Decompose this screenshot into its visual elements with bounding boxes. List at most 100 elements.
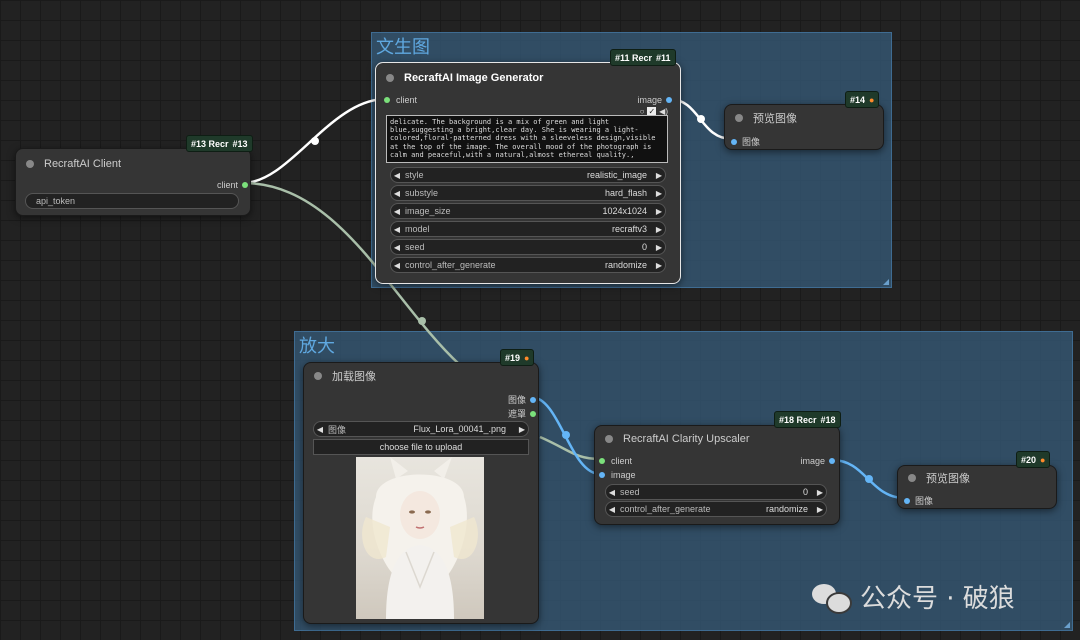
arrow-left-icon[interactable]: ◀: [606, 488, 618, 497]
output-mask[interactable]: 遮罩: [508, 407, 536, 420]
prompt-textarea[interactable]: delicate. The background is a mix of gre…: [386, 115, 668, 163]
socket-label: image: [800, 456, 825, 466]
arrow-right-icon[interactable]: ▶: [653, 171, 665, 180]
collapse-dot[interactable]: [908, 474, 916, 482]
input-client[interactable]: client: [384, 95, 417, 105]
widget-value: 1024x1024: [602, 206, 647, 216]
node-title-text: 预览图像: [926, 473, 970, 485]
output-image[interactable]: image: [800, 456, 835, 466]
arrow-left-icon[interactable]: ◀: [391, 189, 403, 198]
arrow-right-icon[interactable]: ▶: [814, 505, 826, 514]
node-load-image[interactable]: 加载图像 图像 遮罩 ◀ 图像 Flux_Lora_00041_.png ▶ c…: [303, 362, 539, 624]
widget-label: control_after_generate: [620, 504, 711, 514]
wechat-icon: [812, 582, 852, 614]
widget-label: substyle: [405, 188, 439, 198]
seed-number[interactable]: ◀ seed 0 ▶: [605, 484, 827, 500]
control-after-generate-combo[interactable]: ◀ control_after_generate randomize ▶: [390, 257, 666, 273]
node-title[interactable]: 加载图像: [304, 363, 538, 389]
node-title-text: RecraftAI Image Generator: [404, 72, 544, 84]
widget-value: 0: [802, 487, 808, 497]
arrow-right-icon[interactable]: ▶: [814, 488, 826, 497]
loaded-image-preview: [356, 457, 484, 619]
model-combo[interactable]: ◀ model recraftv3 ▶: [390, 221, 666, 237]
image-combo[interactable]: ◀ 图像 Flux_Lora_00041_.png ▶: [313, 421, 529, 437]
collapse-dot[interactable]: [26, 160, 34, 168]
arrow-right-icon[interactable]: ▶: [653, 225, 665, 234]
badge-id: #13: [232, 138, 248, 149]
collapse-dot[interactable]: [735, 114, 743, 122]
socket-dot[interactable]: [666, 97, 672, 103]
node-title[interactable]: 预览图像: [898, 466, 1056, 490]
input-image[interactable]: 图像: [731, 135, 760, 148]
substyle-combo[interactable]: ◀ substyle hard_flash ▶: [390, 185, 666, 201]
arrow-left-icon[interactable]: ◀: [314, 425, 326, 434]
api-token-input[interactable]: api_token: [25, 193, 239, 209]
arrow-left-icon[interactable]: ◀: [391, 243, 403, 252]
control-after-generate-combo[interactable]: ◀ control_after_generate randomize ▶: [605, 501, 827, 517]
resize-handle[interactable]: [883, 279, 889, 285]
badge-text: #13 Recr: [191, 138, 229, 149]
socket-dot[interactable]: [530, 396, 536, 403]
link-client-to-generator: [242, 97, 387, 185]
input-image[interactable]: image: [599, 470, 636, 480]
socket-label: image: [611, 470, 636, 480]
input-image[interactable]: 图像: [904, 494, 933, 507]
fox-icon: ●: [869, 94, 875, 105]
arrow-right-icon[interactable]: ▶: [653, 189, 665, 198]
node-title[interactable]: RecraftAI Image Generator: [376, 63, 680, 93]
node-title-text: 预览图像: [753, 113, 797, 125]
socket-dot[interactable]: [530, 410, 536, 417]
collapse-dot[interactable]: [605, 435, 613, 443]
node-title[interactable]: RecraftAI Client: [16, 149, 250, 179]
arrow-right-icon[interactable]: ▶: [653, 207, 665, 216]
socket-dot[interactable]: [242, 182, 248, 188]
collapse-dot[interactable]: [386, 74, 394, 82]
group-title: 放大: [299, 336, 335, 357]
badge-text: #18 Recr: [779, 414, 817, 425]
widget-value: 0: [641, 242, 647, 252]
arrow-left-icon[interactable]: ◀: [391, 261, 403, 270]
style-combo[interactable]: ◀ style realistic_image ▶: [390, 167, 666, 183]
node-preview-14[interactable]: 预览图像 图像: [724, 104, 884, 150]
socket-label: client: [396, 95, 418, 105]
node-recraft-client[interactable]: RecraftAI Client client api_token: [15, 148, 251, 216]
widget-value: hard_flash: [604, 188, 647, 198]
node-badge-18: #18 Recr #18: [774, 411, 841, 428]
socket-dot[interactable]: [904, 497, 910, 504]
arrow-left-icon[interactable]: ◀: [391, 207, 403, 216]
widget-label: seed: [405, 242, 425, 252]
widget-value: randomize: [765, 504, 808, 514]
widget-label: image_size: [405, 206, 451, 216]
arrow-right-icon[interactable]: ▶: [516, 425, 528, 434]
collapse-dot[interactable]: [314, 372, 322, 380]
output-image[interactable]: 图像: [508, 393, 536, 406]
link-midpoint: [311, 137, 319, 145]
socket-dot[interactable]: [731, 138, 737, 145]
image-size-combo[interactable]: ◀ image_size 1024x1024 ▶: [390, 203, 666, 219]
node-clarity-upscaler[interactable]: RecraftAI Clarity Upscaler client image …: [594, 425, 840, 525]
arrow-left-icon[interactable]: ◀: [606, 505, 618, 514]
output-client[interactable]: client: [217, 180, 248, 190]
arrow-right-icon[interactable]: ▶: [653, 243, 665, 252]
seed-number[interactable]: ◀ seed 0 ▶: [390, 239, 666, 255]
output-image[interactable]: image: [637, 95, 672, 105]
socket-label: client: [216, 180, 238, 190]
arrow-right-icon[interactable]: ▶: [653, 261, 665, 270]
socket-dot[interactable]: [599, 472, 605, 478]
node-title-text: RecraftAI Clarity Upscaler: [623, 433, 750, 445]
socket-dot[interactable]: [599, 458, 605, 464]
widget-label: 图像: [328, 424, 347, 435]
socket-dot[interactable]: [384, 97, 390, 103]
resize-handle[interactable]: [1064, 622, 1070, 628]
node-title[interactable]: RecraftAI Clarity Upscaler: [595, 426, 839, 452]
socket-label: 图像: [915, 496, 934, 506]
arrow-left-icon[interactable]: ◀: [391, 225, 403, 234]
upload-button[interactable]: choose file to upload: [313, 439, 529, 455]
node-title[interactable]: 预览图像: [725, 105, 883, 131]
socket-dot[interactable]: [829, 458, 835, 464]
node-image-generator[interactable]: RecraftAI Image Generator client image ○…: [375, 62, 681, 284]
input-client[interactable]: client: [599, 456, 632, 466]
badge-id: #14: [850, 94, 866, 105]
arrow-left-icon[interactable]: ◀: [391, 171, 403, 180]
node-preview-20[interactable]: 预览图像 图像: [897, 465, 1057, 509]
